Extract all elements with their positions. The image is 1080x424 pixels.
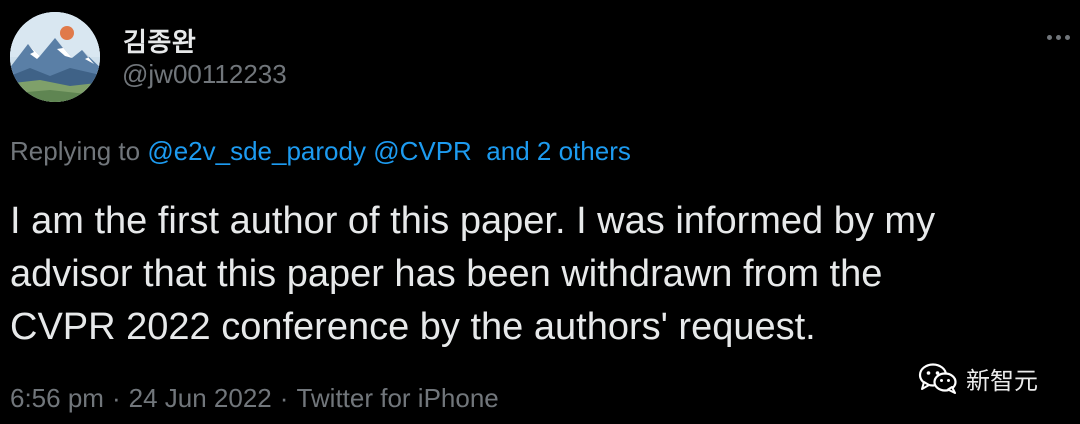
tweet-text-line: CVPR 2022 conference by the authors' req… — [10, 306, 816, 348]
more-horizontal-icon — [1046, 34, 1052, 40]
replying-prefix: Replying to — [10, 136, 141, 166]
wechat-icon — [918, 363, 957, 394]
mountain-landscape-avatar-image — [10, 12, 100, 102]
others-link[interactable]: and 2 others — [486, 136, 631, 166]
replying-to-line: Replying to @e2v_sde_parody @CVPR and 2 … — [10, 136, 631, 167]
tweet-meta: 6:56 pm · 24 Jun 2022 · Twitter for iPhone — [10, 383, 499, 414]
tweet-date[interactable]: 24 Jun 2022 — [129, 383, 272, 413]
tweet-card: 김종완 @jw00112233 Replying to @e2v_sde_par… — [0, 0, 1080, 424]
more-horizontal-icon — [1055, 34, 1061, 40]
mention-link[interactable]: @CVPR — [373, 136, 472, 166]
tweet-time[interactable]: 6:56 pm — [10, 383, 104, 413]
tweet-text-line: advisor that this paper has been withdra… — [10, 253, 883, 295]
tweet-source[interactable]: Twitter for iPhone — [296, 383, 498, 413]
watermark-text: 新智元 — [966, 366, 1038, 395]
display-name[interactable]: 김종완 — [123, 22, 196, 59]
more-horizontal-icon — [1064, 34, 1070, 40]
tweet-body: I am the first author of this paper. I w… — [10, 195, 1050, 354]
avatar[interactable] — [10, 12, 100, 102]
user-handle[interactable]: @jw00112233 — [122, 59, 287, 90]
mention-link[interactable]: @e2v_sde_parody — [147, 136, 366, 166]
watermark: 新智元 — [918, 358, 1038, 398]
more-options-button[interactable] — [1038, 22, 1078, 52]
meta-separator: · — [111, 383, 121, 413]
tweet-text-line: I am the first author of this paper. I w… — [10, 200, 936, 242]
meta-separator: · — [279, 383, 289, 413]
